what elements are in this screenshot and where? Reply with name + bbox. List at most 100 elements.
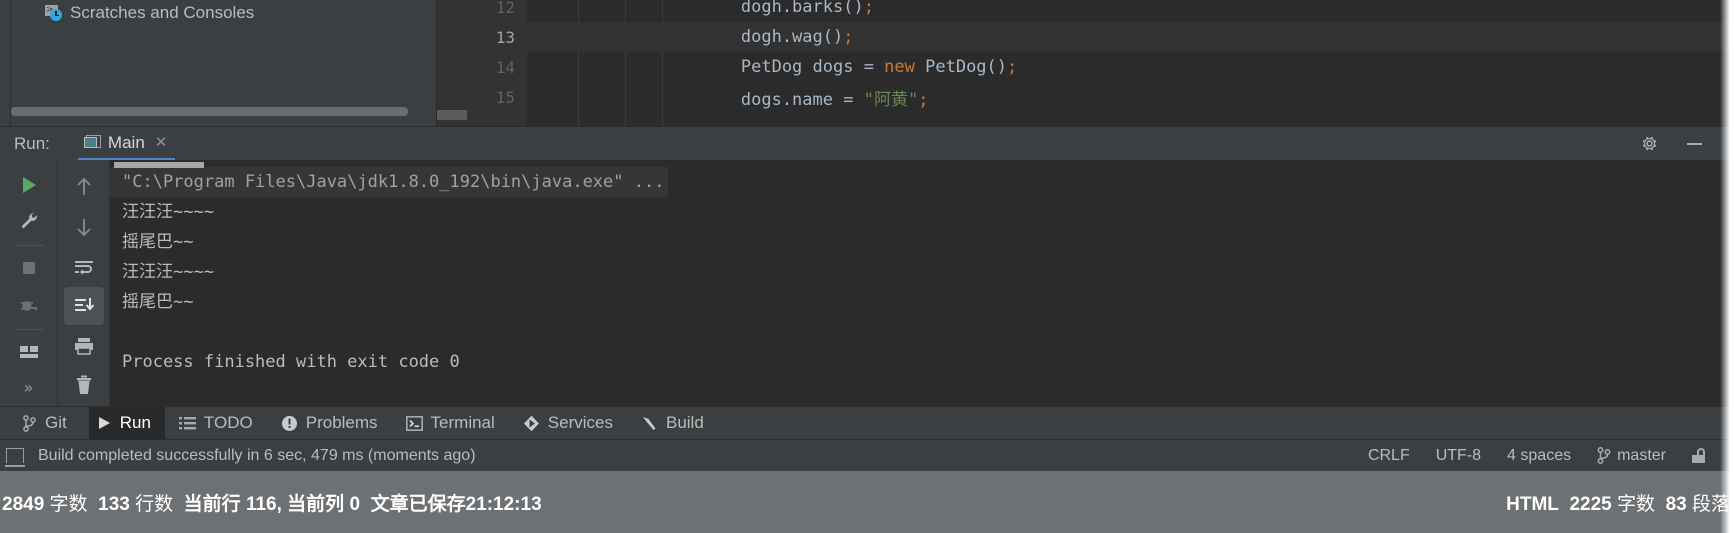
close-icon[interactable]: ✕	[155, 135, 168, 150]
stat-gap	[360, 494, 371, 516]
run-tool-window: Run: Main ✕ » "C:\Program Files\Java\jdk…	[0, 126, 1734, 407]
tool-window-tab-todo[interactable]: TODO	[173, 407, 267, 440]
play-icon	[95, 414, 113, 432]
up-the-stack-trace-button[interactable]	[64, 168, 104, 206]
console-line: 摇尾巴~~	[122, 292, 194, 312]
exclamation-circle-icon	[281, 414, 299, 432]
line-number: 12	[495, 0, 515, 17]
soft-wrap-button[interactable]	[64, 248, 104, 286]
expand-toolbar-button[interactable]: »	[9, 371, 49, 405]
doc-right-stat-0: HTML	[1506, 494, 1559, 516]
hammer-icon	[641, 414, 659, 432]
tab-label: Problems	[305, 413, 378, 432]
edit-configurations-button[interactable]	[9, 204, 49, 238]
status-bar-right: CRLF UTF-8 4 spaces master	[1368, 447, 1734, 465]
tab-label: Terminal	[430, 413, 495, 432]
code-text: dogh.wag();	[659, 27, 854, 47]
doc-left-stat-1: 133 行数	[98, 489, 173, 516]
wrench-icon	[21, 212, 37, 229]
line-separator-widget[interactable]: CRLF	[1368, 447, 1410, 465]
stat-gap	[1559, 494, 1570, 516]
line-number: 13	[495, 27, 515, 47]
clear-all-button[interactable]	[64, 367, 104, 405]
code-text: dogs.name = "阿黄";	[659, 89, 929, 110]
down-the-stack-trace-button[interactable]	[64, 208, 104, 246]
code-editor[interactable]: 12 dogh.barks(); 13 dogh.wag(); 14 PetDog …	[437, 0, 1734, 126]
run-label: Run:	[14, 133, 50, 153]
doc-left-stat-label-1: 行数	[129, 493, 174, 515]
run-tab-label: Main	[107, 132, 145, 152]
tool-window-tab-run[interactable]: Run	[88, 406, 165, 440]
tree-item-label: Scratches and Consoles	[70, 3, 255, 22]
console-line: 汪汪汪~~~~	[122, 262, 214, 282]
tool-window-tab-build[interactable]: Build	[635, 407, 718, 440]
code-line[interactable]: 12 dogh.barks();	[437, 0, 1734, 22]
document-stats-right: HTML 2225 字数 83 段落	[1506, 489, 1734, 516]
print-button[interactable]	[64, 327, 104, 365]
run-tab-main[interactable]: Main ✕	[77, 127, 176, 160]
git-branch-icon	[1597, 447, 1611, 464]
run-header-actions	[1640, 127, 1734, 160]
code-line[interactable]: 15 dogs.name = "阿黄";	[437, 82, 1734, 112]
code-text: dogh.barks();	[659, 0, 874, 17]
scroll-to-end-icon	[74, 298, 94, 312]
status-message: Build completed successfully in 6 sec, 4…	[38, 446, 476, 464]
console-line: "C:\Program Files\Java\jdk1.8.0_192\bin\…	[110, 167, 1734, 197]
project-pane-horizontal-scrollbar[interactable]	[11, 107, 408, 116]
status-bar: Build completed successfully in 6 sec, 4…	[0, 439, 1734, 471]
code-line[interactable]: 14 PetDog dogs = new PetDog();	[437, 52, 1734, 82]
branch-widget[interactable]: master	[1597, 447, 1666, 465]
console-lines: "C:\Program Files\Java\jdk1.8.0_192\bin\…	[110, 167, 1734, 377]
console-command-line: "C:\Program Files\Java\jdk1.8.0_192\bin\…	[110, 167, 669, 197]
lock-open-icon[interactable]	[1692, 448, 1706, 463]
toolbar-separator-1	[13, 245, 44, 247]
doc-right-stat-2: 83 段落	[1666, 489, 1730, 516]
doc-left-stat-2: 当前行 116, 当前列 0	[184, 489, 360, 516]
tab-label: Git	[45, 413, 67, 432]
minimize-icon[interactable]	[1685, 134, 1704, 153]
editor-scroll-thumb[interactable]	[437, 110, 467, 120]
doc-left-stat-value-3: 文章已保存21:12:13	[370, 493, 542, 515]
code-text: PetDog dogs = new PetDog();	[659, 57, 1018, 77]
tool-window-tab-problems[interactable]: Problems	[275, 407, 392, 440]
rerun-failed-tests-button[interactable]	[9, 288, 49, 322]
project-tool-window[interactable]: > Scratches and Consoles	[0, 0, 437, 126]
code-line[interactable]: 13 dogh.wag();	[437, 22, 1734, 52]
stop-button[interactable]	[9, 251, 49, 285]
tree-item-scratches-and-consoles[interactable]: > Scratches and Consoles	[45, 0, 254, 26]
tool-window-tab-services[interactable]: Services	[517, 407, 627, 440]
branch-name: master	[1617, 446, 1666, 464]
tab-label: Services	[547, 413, 613, 432]
services-icon	[523, 414, 541, 432]
scroll-to-end-button[interactable]	[63, 287, 104, 326]
double-chevron-right-icon: »	[23, 378, 34, 398]
console-line: Process finished with exit code 0	[122, 352, 460, 372]
git-branch-icon	[20, 414, 38, 432]
console-line: 摇尾巴~~	[122, 232, 194, 252]
soft-wrap-icon	[74, 260, 93, 275]
run-toolbar-right	[58, 160, 110, 407]
encoding-widget[interactable]: UTF-8	[1436, 447, 1481, 465]
top-area: > Scratches and Consoles 12 dogh.barks()…	[0, 0, 1734, 126]
scratches-console-icon: >	[45, 4, 63, 22]
event-log-icon[interactable]	[5, 448, 25, 467]
layout-settings-button[interactable]	[9, 335, 49, 369]
tool-window-tab-terminal[interactable]: Terminal	[400, 407, 509, 440]
bug-rerun-icon	[20, 300, 37, 311]
console-output[interactable]: "C:\Program Files\Java\jdk1.8.0_192\bin\…	[110, 160, 1734, 407]
toolbar-separator-2	[13, 328, 44, 330]
rerun-button[interactable]	[9, 168, 49, 202]
stat-gap	[173, 494, 184, 516]
doc-right-stat-label-1: 字数	[1611, 493, 1656, 515]
indent-widget[interactable]: 4 spaces	[1507, 447, 1571, 465]
doc-right-stat-value-2: 83	[1665, 493, 1687, 515]
tool-window-tab-git[interactable]: Git	[14, 407, 81, 440]
stat-gap	[88, 494, 99, 516]
tab-label: Run	[119, 413, 151, 432]
gear-icon[interactable]	[1640, 134, 1659, 153]
stop-square-icon	[22, 262, 35, 275]
console-line: 汪汪汪~~~~	[122, 202, 214, 222]
doc-left-stat-value-2: 当前行 116, 当前列 0	[183, 493, 361, 515]
console-scroll-indicator	[114, 162, 204, 168]
run-configuration-icon	[83, 135, 101, 150]
